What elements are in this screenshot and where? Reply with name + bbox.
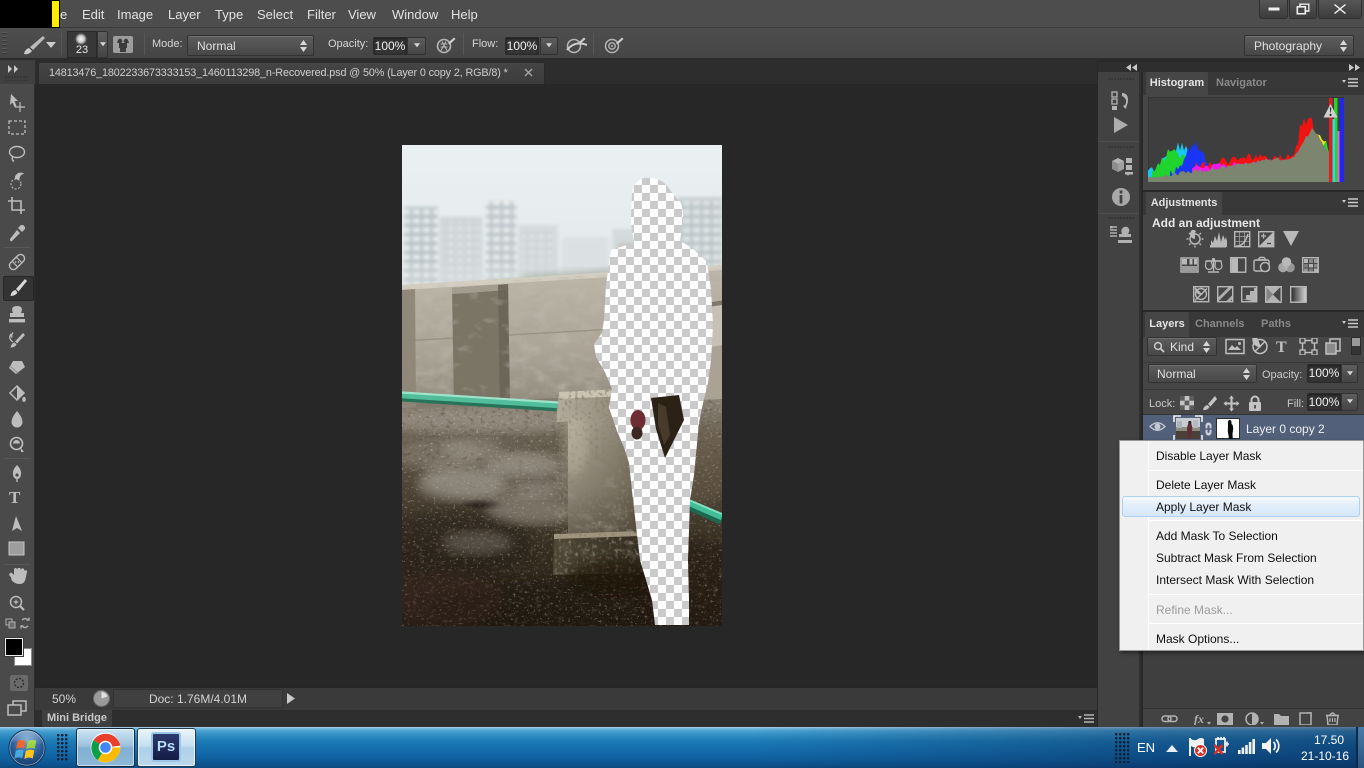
svg-text:T: T [1276,339,1287,355]
svg-text:fx: fx [1194,712,1204,725]
